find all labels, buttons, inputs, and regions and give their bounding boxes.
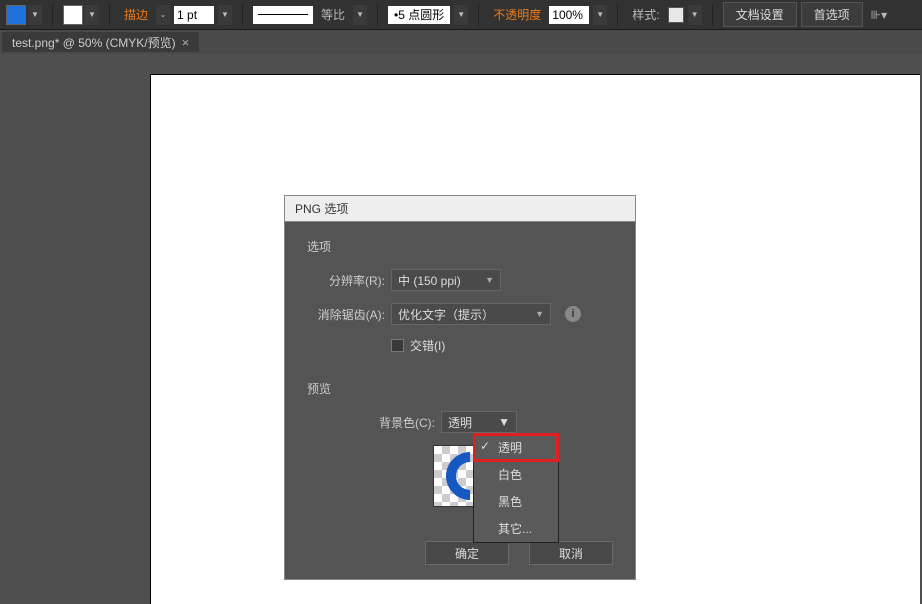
brush-dropdown-icon[interactable]: ▼	[454, 5, 468, 25]
document-tabbar: test.png* @ 50% (CMYK/预览) ×	[0, 30, 922, 54]
antialias-label: 消除锯齿(A):	[307, 306, 385, 323]
dash-label: 等比	[317, 6, 349, 23]
style-dropdown-icon[interactable]: ▼	[688, 5, 702, 25]
preferences-button[interactable]: 首选项	[801, 2, 863, 27]
dash-dropdown-icon[interactable]: ▼	[353, 5, 367, 25]
stroke-weight-dropdown-icon[interactable]: ▼	[218, 5, 232, 25]
brush-input[interactable]: 5 点圆形	[398, 6, 444, 23]
bg-option-white[interactable]: 白色	[474, 461, 558, 488]
align-icon[interactable]: ⊪▾	[867, 8, 891, 22]
stroke-dash-sample[interactable]	[253, 6, 313, 24]
stroke-weight-down-icon[interactable]: ⌄	[156, 5, 170, 25]
bgcolor-label: 背景色(C):	[307, 411, 435, 431]
stroke-color-swatch[interactable]	[63, 5, 83, 25]
ok-button[interactable]: 确定	[425, 541, 509, 565]
fill-dropdown-icon[interactable]: ▼	[28, 5, 42, 25]
opacity-label: 不透明度	[489, 6, 545, 23]
stroke-label: 描边	[120, 6, 152, 23]
resolution-label: 分辨率(R):	[307, 272, 385, 289]
antialias-value: 优化文字（提示）	[398, 306, 494, 323]
resolution-value: 中 (150 ppi)	[398, 272, 461, 289]
chevron-down-icon: ▼	[498, 415, 510, 429]
preview-section-label: 预览	[307, 380, 613, 397]
fill-color-swatch[interactable]	[6, 5, 26, 25]
close-icon[interactable]: ×	[182, 35, 190, 50]
tab-title: test.png* @ 50% (CMYK/预览)	[12, 34, 176, 51]
bgcolor-select[interactable]: 透明 ▼	[441, 411, 517, 433]
opacity-dropdown-icon[interactable]: ▼	[593, 5, 607, 25]
interlace-checkbox[interactable]	[391, 339, 404, 352]
chevron-down-icon: ▼	[485, 275, 494, 285]
document-setup-button[interactable]: 文档设置	[723, 2, 797, 27]
info-icon[interactable]: i	[565, 306, 581, 322]
interlace-label: 交错(I)	[410, 337, 445, 354]
antialias-select[interactable]: 优化文字（提示） ▼	[391, 303, 551, 325]
style-label: 样式:	[628, 6, 663, 23]
style-swatch[interactable]	[668, 7, 684, 23]
chevron-down-icon: ▼	[535, 309, 544, 319]
bg-option-other[interactable]: 其它...	[474, 515, 558, 542]
options-section-label: 选项	[307, 238, 613, 255]
bg-option-transparent[interactable]: 透明	[474, 434, 558, 461]
bgcolor-value: 透明	[448, 414, 472, 431]
workspace: PNG 选项 选项 分辨率(R): 中 (150 ppi) ▼ 消除锯齿(A):…	[0, 54, 922, 604]
opacity-input[interactable]: 100%	[549, 6, 589, 24]
stroke-weight-input[interactable]: 1 pt	[174, 6, 214, 24]
document-tab[interactable]: test.png* @ 50% (CMYK/预览) ×	[2, 32, 199, 52]
top-toolbar: ▼ ▼ 描边 ⌄ 1 pt ▼ 等比 ▼ • 5 点圆形 ▼ 不透明度 100%…	[0, 0, 922, 30]
png-options-dialog: PNG 选项 选项 分辨率(R): 中 (150 ppi) ▼ 消除锯齿(A):…	[284, 195, 636, 580]
cancel-button[interactable]: 取消	[529, 541, 613, 565]
stroke-dropdown-icon[interactable]: ▼	[85, 5, 99, 25]
bgcolor-dropdown: 透明 白色 黑色 其它...	[473, 433, 559, 543]
resolution-select[interactable]: 中 (150 ppi) ▼	[391, 269, 501, 291]
dialog-title: PNG 选项	[285, 196, 635, 222]
bg-option-black[interactable]: 黑色	[474, 488, 558, 515]
